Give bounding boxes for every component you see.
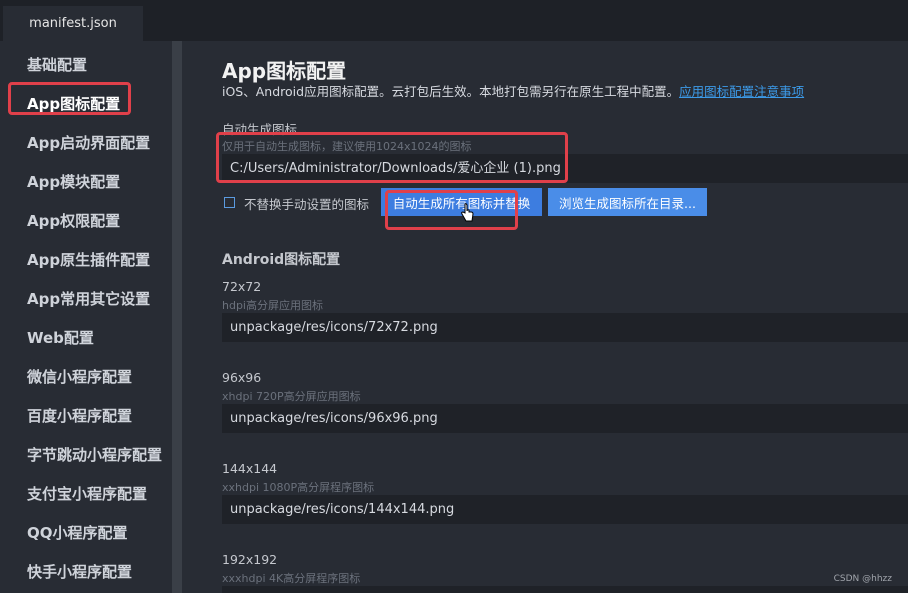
highlight-box-path (216, 132, 568, 183)
sidebar-item-app-modules[interactable]: App模块配置 (27, 171, 120, 192)
sidebar-item-app-native-plugins[interactable]: App原生插件配置 (27, 249, 150, 270)
icon-144-path-field[interactable]: unpackage/res/icons/144x144.png (222, 495, 908, 524)
sidebar-item-qq[interactable]: QQ小程序配置 (27, 522, 128, 543)
main-panel: App图标配置 iOS、Android应用图标配置。云打包后生效。本地打包需另行… (182, 41, 908, 593)
sidebar-item-app-permissions[interactable]: App权限配置 (27, 210, 120, 231)
notes-link[interactable]: 应用图标配置注意事项 (679, 84, 804, 99)
hand-cursor-icon (461, 203, 474, 222)
sidebar-item-app-other-settings[interactable]: App常用其它设置 (27, 288, 150, 309)
icon-96-size-label: 96x96 (222, 370, 262, 385)
sidebar-item-weixin[interactable]: 微信小程序配置 (27, 366, 132, 387)
sidebar-item-kuaishou[interactable]: 快手小程序配置 (27, 561, 132, 582)
tab-label: manifest.json (29, 16, 117, 31)
description-text: iOS、Android应用图标配置。云打包后生效。本地打包需另行在原生工程中配置… (222, 84, 680, 99)
watermark: CSDN @hhzz (833, 574, 892, 584)
android-section-title: Android图标配置 (222, 252, 341, 268)
sidebar: 基础配置 App图标配置 App启动界面配置 App模块配置 App权限配置 A… (0, 41, 182, 593)
icon-192-path-field[interactable] (222, 586, 908, 593)
icon-144-hint: xxhdpi 1080P高分屏程序图标 (222, 481, 375, 494)
icon-72-hint: hdpi高分屏应用图标 (222, 299, 323, 312)
no-replace-checkbox[interactable] (224, 197, 235, 208)
icon-144-size-label: 144x144 (222, 461, 278, 476)
page-title: App图标配置 (222, 59, 347, 83)
sidebar-item-alipay[interactable]: 支付宝小程序配置 (27, 483, 147, 504)
tab-strip-edge (463, 0, 908, 4)
sidebar-item-baidu[interactable]: 百度小程序配置 (27, 405, 132, 426)
sidebar-item-app-icon[interactable]: App图标配置 (27, 93, 120, 114)
sidebar-item-web[interactable]: Web配置 (27, 327, 94, 348)
no-replace-label: 不替换手动设置的图标 (244, 197, 370, 212)
browse-icons-folder-button[interactable]: 浏览生成图标所在目录... (548, 188, 707, 216)
sidebar-item-basic[interactable]: 基础配置 (27, 54, 87, 75)
page-description: iOS、Android应用图标配置。云打包后生效。本地打包需另行在原生工程中配置… (222, 81, 804, 100)
sidebar-item-toutiao[interactable]: 字节跳动小程序配置 (27, 444, 162, 465)
highlight-box-button (385, 190, 518, 230)
tab-bar: manifest.json (0, 0, 908, 41)
icon-192-size-label: 192x192 (222, 552, 278, 567)
icon-192-hint: xxxhdpi 4K高分屏程序图标 (222, 572, 361, 585)
sidebar-item-app-splash[interactable]: App启动界面配置 (27, 132, 150, 153)
tab-manifest[interactable]: manifest.json (3, 6, 143, 41)
icon-96-path-field[interactable]: unpackage/res/icons/96x96.png (222, 404, 908, 433)
sidebar-scrollbar[interactable] (172, 41, 182, 593)
icon-96-hint: xhdpi 720P高分屏应用图标 (222, 390, 361, 403)
icon-72-size-label: 72x72 (222, 279, 262, 294)
icon-72-path-field[interactable]: unpackage/res/icons/72x72.png (222, 313, 908, 342)
